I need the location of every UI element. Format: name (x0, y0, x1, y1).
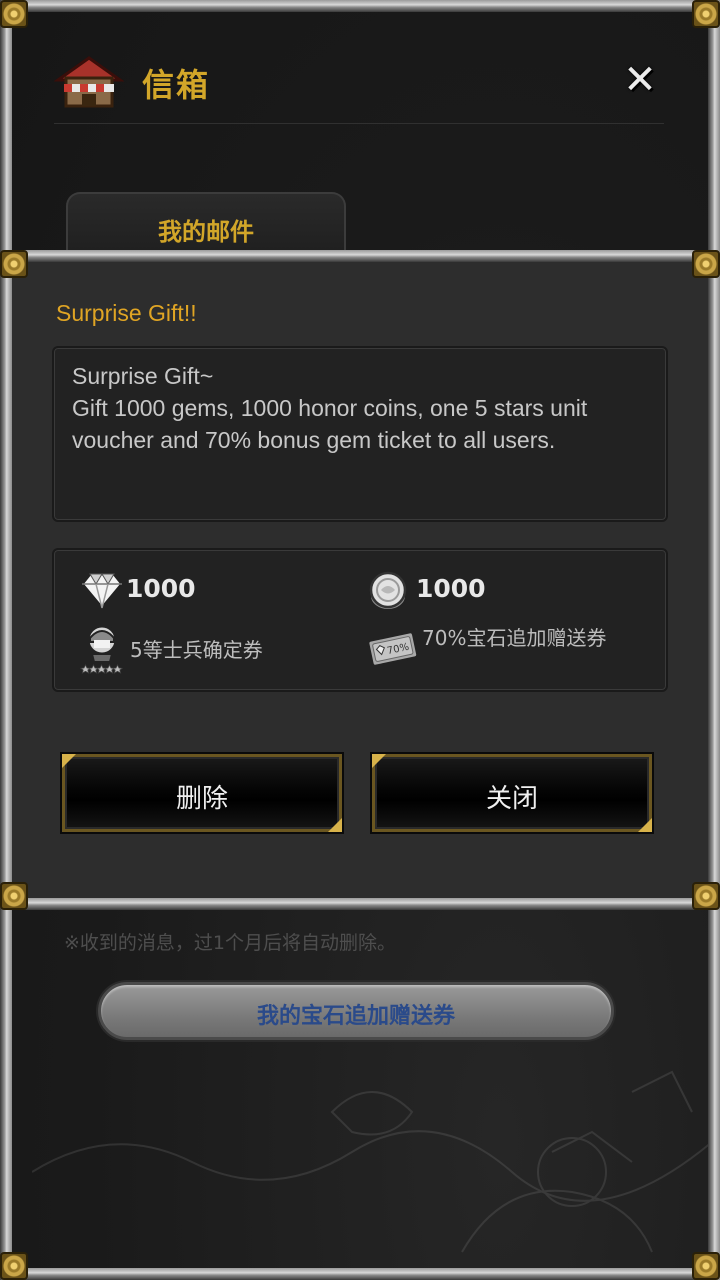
mailbox-header: 信箱 ✕ (54, 52, 664, 124)
dialog-corner (692, 882, 720, 910)
frame-bottom (0, 1268, 720, 1280)
frame-corner (692, 0, 720, 28)
gem-ticket-button[interactable]: 我的宝石追加赠送券 (98, 982, 614, 1040)
reward-unit-voucher-label: 5等士兵确定券 (130, 638, 263, 662)
close-button-label: 关闭 (485, 784, 538, 814)
dialog-frame-bottom (0, 898, 720, 910)
mail-detail-dialog: Surprise Gift!! Surprise Gift~ Gift 1000… (0, 250, 720, 910)
dialog-frame-left (0, 250, 12, 910)
rewards-box: 1000 1000 5等士兵确定券 70% 70%宝石追加赠送券 (52, 548, 668, 692)
mailbox-house-icon (54, 56, 124, 108)
dialog-corner (692, 250, 720, 278)
mailbox-title: 信箱 (142, 66, 211, 104)
game-screen: 信箱 ✕ 我的邮件 ※收到的消息，过1个月后将自动删除。 我的宝石追加赠送券 S… (0, 0, 720, 1280)
reward-gems-amount: 1000 (126, 574, 196, 603)
auto-delete-notice: ※收到的消息，过1个月后将自动删除。 (64, 932, 397, 954)
soldier-voucher-icon (80, 624, 124, 674)
dialog-corner (0, 882, 28, 910)
diamond-icon (80, 572, 124, 610)
close-button[interactable]: 关闭 (372, 754, 652, 832)
dialog-title: Surprise Gift!! (56, 300, 197, 326)
background-illustration (32, 1070, 712, 1253)
honor-coin-icon (369, 571, 407, 611)
frame-corner (0, 1252, 28, 1280)
dialog-frame-right (708, 250, 720, 910)
frame-corner (0, 0, 28, 28)
frame-top (0, 0, 720, 12)
gem-ticket-icon: 70% (366, 630, 419, 668)
dialog-frame-top (0, 250, 720, 262)
reward-honor-coins-amount: 1000 (416, 574, 486, 603)
message-text: Surprise Gift~ Gift 1000 gems, 1000 hono… (72, 363, 588, 453)
delete-button-label: 删除 (175, 784, 228, 814)
delete-button[interactable]: 删除 (62, 754, 342, 832)
message-box: Surprise Gift~ Gift 1000 gems, 1000 hono… (52, 346, 668, 522)
gem-ticket-button-label: 我的宝石追加赠送券 (256, 1004, 455, 1029)
close-icon[interactable]: ✕ (620, 60, 660, 100)
frame-corner (692, 1252, 720, 1280)
reward-gem-ticket-label: 70%宝石追加赠送券 (422, 626, 607, 650)
dialog-corner (0, 250, 28, 278)
tab-my-mail-label: 我的邮件 (158, 218, 254, 246)
